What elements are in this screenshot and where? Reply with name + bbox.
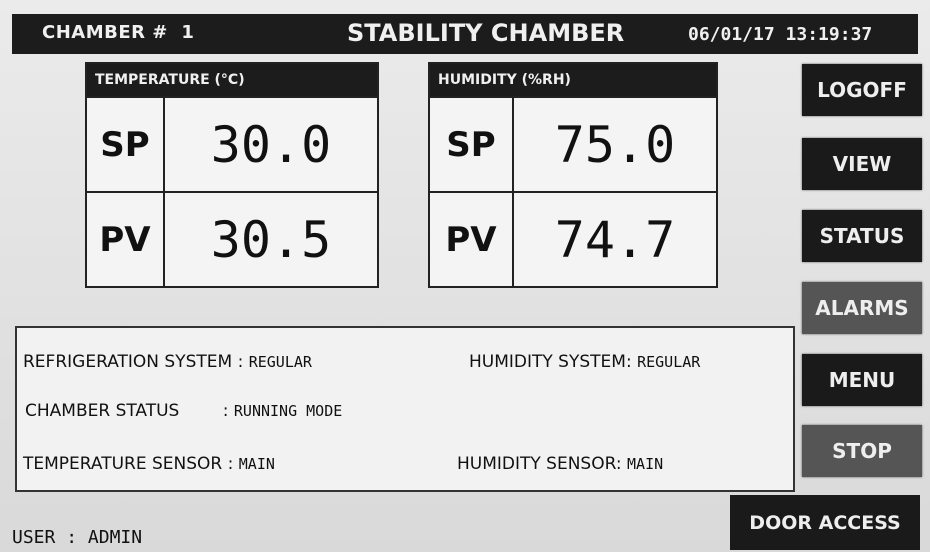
- chamber-id: CHAMBER # 1: [42, 22, 194, 43]
- door-access-button[interactable]: DOOR ACCESS: [730, 495, 920, 550]
- temperature-sensor-label: TEMPERATURE SENSOR :: [23, 454, 234, 474]
- chamber-status-label: CHAMBER STATUS: [25, 401, 180, 421]
- refrigeration-system-label: REFRIGERATION SYSTEM :: [23, 352, 244, 372]
- chamber-number: 1: [181, 22, 195, 43]
- title-bar: CHAMBER # 1 STABILITY CHAMBER 06/01/17 1…: [12, 14, 918, 54]
- humidity-sensor-label: HUMIDITY SENSOR:: [457, 454, 622, 474]
- humidity-system-value: REGULAR: [637, 353, 701, 371]
- temperature-sp-value[interactable]: 30.0: [165, 98, 377, 191]
- chamber-status-value: RUNNING MODE: [233, 402, 343, 420]
- humidity-panel: HUMIDITY (%RH) SP 75.0 PV 74.7: [428, 62, 718, 288]
- chamber-status-separator: :: [222, 401, 229, 421]
- humidity-sensor-value: MAIN: [627, 455, 664, 473]
- humidity-system-label: HUMIDITY SYSTEM:: [469, 352, 632, 372]
- refrigeration-system-value: REGULAR: [248, 353, 312, 371]
- refrigeration-system-status: REFRIGERATION SYSTEM : REGULAR: [23, 352, 312, 372]
- temperature-panel-title: TEMPERATURE (°C): [87, 64, 377, 96]
- humidity-pv-value: 74.7: [554, 210, 676, 269]
- chamber-label: CHAMBER #: [42, 22, 168, 43]
- temperature-pv-value: 30.5: [210, 210, 332, 269]
- menu-button[interactable]: MENU: [802, 354, 922, 406]
- temperature-sensor-value: MAIN: [238, 455, 275, 473]
- humidity-system-status: HUMIDITY SYSTEM: REGULAR: [469, 352, 700, 372]
- status-button[interactable]: STATUS: [802, 210, 922, 262]
- temperature-panel: TEMPERATURE (°C) SP 30.0 PV 30.5: [85, 62, 379, 288]
- user-name: ADMIN: [87, 527, 143, 548]
- humidity-sensor-status: HUMIDITY SENSOR: MAIN: [457, 454, 663, 474]
- view-button[interactable]: VIEW: [802, 138, 922, 190]
- logoff-button[interactable]: LOGOFF: [802, 64, 922, 116]
- humidity-pv-row: PV 74.7: [430, 191, 716, 286]
- humidity-pv-label: PV: [430, 193, 514, 286]
- screen-title: STABILITY CHAMBER: [347, 19, 625, 47]
- temperature-pv-row: PV 30.5: [87, 191, 377, 286]
- time-display: 13:19:37: [785, 24, 873, 45]
- stop-button[interactable]: STOP: [802, 425, 922, 477]
- hmi-screen: CHAMBER # 1 STABILITY CHAMBER 06/01/17 1…: [0, 0, 930, 552]
- date-display: 06/01/17: [688, 24, 775, 45]
- humidity-sp-label: SP: [430, 98, 514, 191]
- humidity-panel-title: HUMIDITY (%RH): [430, 64, 716, 96]
- user-separator: :: [66, 527, 78, 548]
- temperature-sp-row: SP 30.0: [87, 96, 377, 191]
- temperature-sensor-status: TEMPERATURE SENSOR : MAIN: [23, 454, 275, 474]
- humidity-sp-row: SP 75.0: [430, 96, 716, 191]
- chamber-status: CHAMBER STATUS : RUNNING MODE: [25, 401, 342, 421]
- temperature-pv-label: PV: [87, 193, 165, 286]
- temperature-sp-label: SP: [87, 98, 165, 191]
- system-status-box: REFRIGERATION SYSTEM : REGULAR HUMIDITY …: [15, 326, 795, 492]
- date-time: 06/01/17 13:19:37: [688, 24, 872, 45]
- alarms-button[interactable]: ALARMS: [802, 282, 922, 334]
- user-label: USER: [12, 527, 56, 548]
- user-indicator: USER : ADMIN: [12, 527, 142, 548]
- humidity-sp-value[interactable]: 75.0: [514, 98, 716, 191]
